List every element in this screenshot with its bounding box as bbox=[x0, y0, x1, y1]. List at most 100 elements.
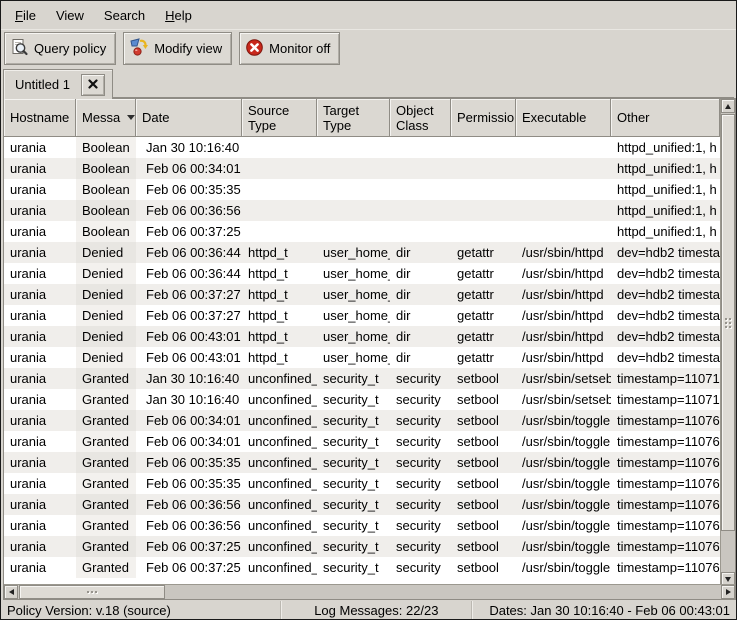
cell-target-type: user_home_ bbox=[317, 347, 390, 368]
scroll-up-button[interactable] bbox=[721, 99, 735, 113]
header-cell-source-type[interactable]: Source Type bbox=[242, 99, 317, 137]
cell-message: Boolean bbox=[76, 221, 136, 242]
table-row[interactable]: uraniaGrantedFeb 06 00:37:25unconfined_s… bbox=[4, 536, 720, 557]
header-cell-other[interactable]: Other bbox=[611, 99, 720, 137]
cell-target-type bbox=[317, 179, 390, 200]
cell-hostname: urania bbox=[4, 389, 76, 410]
table-row[interactable]: uraniaGrantedFeb 06 00:35:35unconfined_s… bbox=[4, 473, 720, 494]
table-row[interactable]: uraniaGrantedFeb 06 00:34:01unconfined_s… bbox=[4, 431, 720, 452]
cell-executable: /usr/sbin/httpd bbox=[516, 347, 611, 368]
cell-object-class bbox=[390, 158, 451, 179]
table-row[interactable]: uraniaDeniedFeb 06 00:43:01httpd_tuser_h… bbox=[4, 326, 720, 347]
table-row[interactable]: uraniaGrantedFeb 06 00:36:56unconfined_s… bbox=[4, 494, 720, 515]
table-row[interactable]: uraniaBooleanFeb 06 00:34:01httpd_unifie… bbox=[4, 158, 720, 179]
cell-source-type: httpd_t bbox=[242, 284, 317, 305]
horizontal-scrollbar[interactable] bbox=[4, 584, 735, 599]
header-cell-message[interactable]: Messa bbox=[76, 99, 136, 137]
cell-permission: setbool bbox=[451, 431, 516, 452]
cell-message: Denied bbox=[76, 263, 136, 284]
cell-message: Boolean bbox=[76, 179, 136, 200]
horizontal-scrollbar-thumb[interactable] bbox=[19, 585, 165, 599]
cell-object-class bbox=[390, 137, 451, 158]
cell-target-type: security_t bbox=[317, 410, 390, 431]
cell-object-class: dir bbox=[390, 326, 451, 347]
cell-object-class bbox=[390, 200, 451, 221]
cell-target-type: user_home_ bbox=[317, 326, 390, 347]
menu-item-view[interactable]: View bbox=[46, 3, 94, 28]
cell-date: Feb 06 00:34:01 bbox=[136, 410, 242, 431]
table-row[interactable]: uraniaGrantedJan 30 10:16:40unconfined_s… bbox=[4, 368, 720, 389]
query-policy-button[interactable]: Query policy bbox=[4, 32, 116, 65]
header-cell-executable[interactable]: Executable bbox=[516, 99, 611, 137]
cell-source-type: unconfined_ bbox=[242, 431, 317, 452]
cell-date: Jan 30 10:16:40 bbox=[136, 389, 242, 410]
cell-permission bbox=[451, 179, 516, 200]
table-row[interactable]: uraniaBooleanFeb 06 00:37:25httpd_unifie… bbox=[4, 221, 720, 242]
cell-hostname: urania bbox=[4, 410, 76, 431]
log-messages-text: Log Messages: 22/23 bbox=[280, 601, 471, 619]
cell-message: Granted bbox=[76, 536, 136, 557]
cell-date: Feb 06 00:36:56 bbox=[136, 494, 242, 515]
table-row[interactable]: uraniaGrantedFeb 06 00:36:56unconfined_s… bbox=[4, 515, 720, 536]
table-row[interactable]: uraniaDeniedFeb 06 00:36:44httpd_tuser_h… bbox=[4, 242, 720, 263]
cell-date: Feb 06 00:34:01 bbox=[136, 431, 242, 452]
cell-executable: /usr/sbin/httpd bbox=[516, 305, 611, 326]
monitor-off-button[interactable]: Monitor off bbox=[239, 32, 340, 65]
cell-other: httpd_unified:1, h bbox=[611, 158, 720, 179]
cell-message: Granted bbox=[76, 494, 136, 515]
cell-other: dev=hdb2 timesta bbox=[611, 305, 720, 326]
tab-untitled-1[interactable]: Untitled 1 bbox=[3, 69, 113, 99]
scroll-left-button[interactable] bbox=[4, 585, 18, 599]
cell-message: Granted bbox=[76, 389, 136, 410]
table-row[interactable]: uraniaGrantedJan 30 10:16:40unconfined_s… bbox=[4, 389, 720, 410]
header-label: Permission bbox=[457, 110, 516, 125]
table-row[interactable]: uraniaBooleanJan 30 10:16:40httpd_unifie… bbox=[4, 137, 720, 158]
vertical-scrollbar-thumb[interactable] bbox=[721, 114, 735, 531]
table-row[interactable]: uraniaDeniedFeb 06 00:37:27httpd_tuser_h… bbox=[4, 305, 720, 326]
header-cell-target-type[interactable]: Target Type bbox=[317, 99, 390, 137]
cell-message: Denied bbox=[76, 347, 136, 368]
cell-object-class: security bbox=[390, 431, 451, 452]
header-cell-hostname[interactable]: Hostname bbox=[4, 99, 76, 137]
table-row[interactable]: uraniaDeniedFeb 06 00:43:01httpd_tuser_h… bbox=[4, 347, 720, 368]
cell-message: Denied bbox=[76, 284, 136, 305]
cell-message: Boolean bbox=[76, 200, 136, 221]
cell-target-type: user_home_ bbox=[317, 305, 390, 326]
cell-source-type: unconfined_ bbox=[242, 452, 317, 473]
header-cell-date[interactable]: Date bbox=[136, 99, 242, 137]
cell-executable: /usr/sbin/setseb bbox=[516, 389, 611, 410]
cell-target-type: security_t bbox=[317, 536, 390, 557]
cell-target-type: user_home_ bbox=[317, 284, 390, 305]
cell-executable: /usr/sbin/toggle bbox=[516, 536, 611, 557]
table-row[interactable]: uraniaGrantedFeb 06 00:35:35unconfined_s… bbox=[4, 452, 720, 473]
monitor-off-label: Monitor off bbox=[269, 41, 330, 56]
cell-date: Feb 06 00:37:27 bbox=[136, 284, 242, 305]
header-label: Target Type bbox=[323, 103, 387, 133]
tab-close-button[interactable] bbox=[81, 74, 105, 96]
cell-hostname: urania bbox=[4, 515, 76, 536]
header-cell-permission[interactable]: Permission bbox=[451, 99, 516, 137]
menu-item-search[interactable]: Search bbox=[94, 3, 155, 28]
table-row[interactable]: uraniaBooleanFeb 06 00:35:35httpd_unifie… bbox=[4, 179, 720, 200]
cell-hostname: urania bbox=[4, 284, 76, 305]
scroll-right-button[interactable] bbox=[721, 585, 735, 599]
cell-message: Granted bbox=[76, 368, 136, 389]
cell-source-type: httpd_t bbox=[242, 305, 317, 326]
cell-hostname: urania bbox=[4, 179, 76, 200]
table-row[interactable]: uraniaDeniedFeb 06 00:36:44httpd_tuser_h… bbox=[4, 263, 720, 284]
header-cell-object-class[interactable]: Object Class bbox=[390, 99, 451, 137]
table-row[interactable]: uraniaGrantedFeb 06 00:37:25unconfined_s… bbox=[4, 557, 720, 578]
table-row[interactable]: uraniaDeniedFeb 06 00:37:27httpd_tuser_h… bbox=[4, 284, 720, 305]
table-row[interactable]: uraniaBooleanFeb 06 00:36:56httpd_unifie… bbox=[4, 200, 720, 221]
menu-item-help[interactable]: Help bbox=[155, 3, 202, 28]
cell-message: Granted bbox=[76, 473, 136, 494]
cell-target-type: security_t bbox=[317, 557, 390, 578]
table-row[interactable]: uraniaGrantedFeb 06 00:34:01unconfined_s… bbox=[4, 410, 720, 431]
modify-view-button[interactable]: Modify view bbox=[123, 32, 232, 65]
cell-target-type bbox=[317, 137, 390, 158]
vertical-scrollbar[interactable] bbox=[720, 99, 735, 586]
cell-source-type: unconfined_ bbox=[242, 536, 317, 557]
cell-object-class: security bbox=[390, 515, 451, 536]
menu-item-file[interactable]: File bbox=[5, 3, 46, 28]
cell-object-class: dir bbox=[390, 305, 451, 326]
